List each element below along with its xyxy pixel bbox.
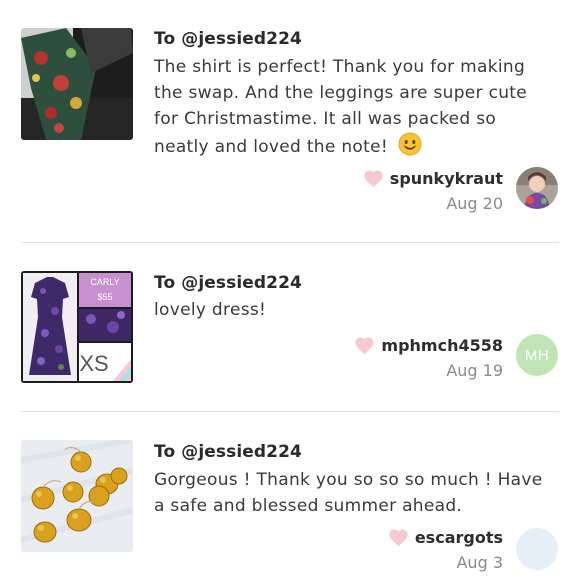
dress-image: CARLY $55 XS — [21, 271, 133, 383]
ornaments-image — [21, 440, 133, 552]
avatar-initials: MH — [524, 346, 550, 364]
carly-label: CARLY — [90, 277, 119, 287]
avatar[interactable] — [516, 167, 558, 209]
recipient-label: To @jessied224 — [154, 273, 302, 293]
username-link[interactable]: escargots — [415, 528, 503, 547]
user-photo — [516, 167, 558, 209]
feedback-message: Gorgeous ! Thank you so so so much ! Hav… — [154, 470, 543, 516]
feedback-message: lovely dress! — [154, 300, 267, 320]
price-label: $55 — [97, 292, 112, 302]
listing-thumbnail[interactable]: CARLY $55 XS — [21, 271, 133, 383]
message-text: The shirt is perfect! Thank you for maki… — [154, 57, 528, 157]
recipient-label: To @jessied224 — [154, 29, 302, 49]
avatar[interactable]: MH — [516, 334, 558, 376]
feedback-feed: To @jessied224 The shirt is perfect! Tha… — [0, 0, 580, 580]
avatar[interactable] — [516, 528, 558, 570]
divider — [21, 411, 559, 412]
feedback-date: Aug 19 — [446, 361, 503, 380]
size-label: XS — [79, 351, 108, 376]
feedback-meta: spunkykraut Aug 20 — [363, 169, 503, 213]
shirt-leggings-image — [21, 28, 133, 140]
username-link[interactable]: spunkykraut — [390, 169, 503, 188]
username-link[interactable]: mphmch4558 — [381, 336, 503, 355]
smiling-face-icon — [398, 132, 422, 156]
heart-icon[interactable] — [354, 336, 375, 355]
recipient-label: To @jessied224 — [154, 442, 302, 462]
feedback-meta: escargots Aug 3 — [388, 528, 503, 572]
feedback-message: The shirt is perfect! Thank you for maki… — [154, 54, 544, 160]
listing-thumbnail[interactable] — [21, 28, 133, 140]
heart-icon[interactable] — [363, 169, 384, 188]
divider — [21, 242, 559, 243]
feedback-meta: mphmch4558 Aug 19 — [354, 336, 503, 380]
feedback-date: Aug 20 — [446, 194, 503, 213]
listing-thumbnail[interactable] — [21, 440, 133, 552]
heart-icon[interactable] — [388, 528, 409, 547]
feedback-date: Aug 3 — [456, 553, 503, 572]
